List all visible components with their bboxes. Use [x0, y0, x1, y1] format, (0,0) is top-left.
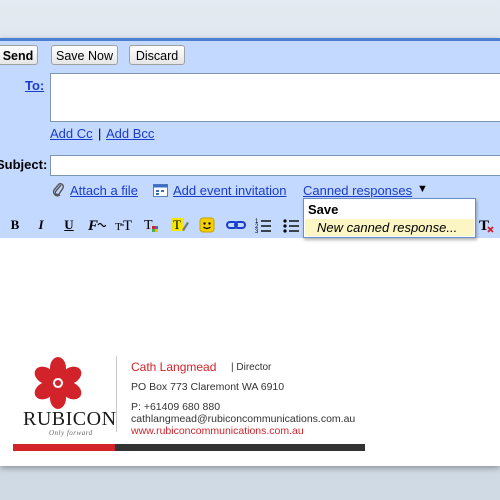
signature-divider: [116, 356, 117, 432]
link-icon[interactable]: [226, 216, 246, 234]
rubicon-flower-logo-icon: [34, 357, 82, 409]
menu-item-save[interactable]: Save: [308, 202, 338, 217]
logo-tagline: Only forward: [49, 429, 93, 437]
signature-email: cathlangmead@rubiconcommunications.com.a…: [131, 413, 356, 425]
svg-text:3: 3: [255, 229, 259, 234]
subject-field[interactable]: [50, 155, 500, 176]
svg-text:T: T: [173, 217, 181, 232]
font-icon[interactable]: F: [86, 216, 106, 234]
send-button[interactable]: Send: [0, 45, 38, 65]
menu-item-new-canned-response[interactable]: New canned response...: [305, 219, 474, 236]
cc-bcc-separator: |: [98, 126, 102, 141]
text-color-icon[interactable]: T: [142, 216, 162, 234]
signature-title: | Director: [231, 362, 272, 373]
numbered-list-icon[interactable]: 1 2 3: [254, 216, 272, 234]
discard-button[interactable]: Discard: [129, 45, 185, 65]
to-label-link[interactable]: To:: [25, 78, 44, 93]
signature-phone: P: +61409 680 880: [131, 401, 221, 413]
svg-text:F: F: [87, 218, 98, 234]
bold-button[interactable]: B: [9, 216, 21, 234]
canned-responses-link[interactable]: Canned responses: [303, 183, 412, 198]
signature-address: PO Box 773 Claremont WA 6910: [131, 381, 285, 393]
bulleted-list-icon[interactable]: [282, 216, 300, 234]
svg-text:T: T: [144, 218, 153, 233]
svg-text:T: T: [123, 218, 132, 234]
svg-text:T: T: [115, 221, 122, 233]
remove-formatting-icon[interactable]: T: [477, 216, 495, 234]
subject-label: Subject:: [0, 157, 48, 172]
save-now-button[interactable]: Save Now: [51, 45, 118, 65]
signature-website: www.rubiconcommunications.com.au: [131, 425, 304, 437]
canned-dropdown-arrow-icon[interactable]: ▼: [417, 183, 428, 195]
smiley-icon[interactable]: [198, 216, 216, 234]
attach-file-link[interactable]: Attach a file: [70, 183, 138, 198]
add-cc-link[interactable]: Add Cc: [50, 126, 93, 141]
to-field[interactable]: [50, 73, 500, 122]
signature-red-bar: [13, 444, 115, 451]
underline-button[interactable]: U: [63, 216, 75, 234]
signature-dark-bar: [115, 444, 365, 451]
calendar-icon[interactable]: [153, 183, 168, 197]
add-event-invitation-link[interactable]: Add event invitation: [173, 183, 286, 198]
canned-responses-menu: Save New canned response...: [303, 198, 476, 238]
paperclip-icon[interactable]: [52, 182, 66, 198]
logo-wordmark: RUBICON: [23, 408, 117, 430]
font-size-icon[interactable]: T T: [114, 216, 136, 234]
signature-name: Cath Langmead: [131, 360, 217, 374]
compose-top-border: [0, 38, 500, 41]
italic-button[interactable]: I: [35, 216, 47, 234]
add-bcc-link[interactable]: Add Bcc: [106, 126, 154, 141]
highlight-color-icon[interactable]: T: [170, 216, 190, 234]
svg-text:T: T: [479, 218, 489, 234]
